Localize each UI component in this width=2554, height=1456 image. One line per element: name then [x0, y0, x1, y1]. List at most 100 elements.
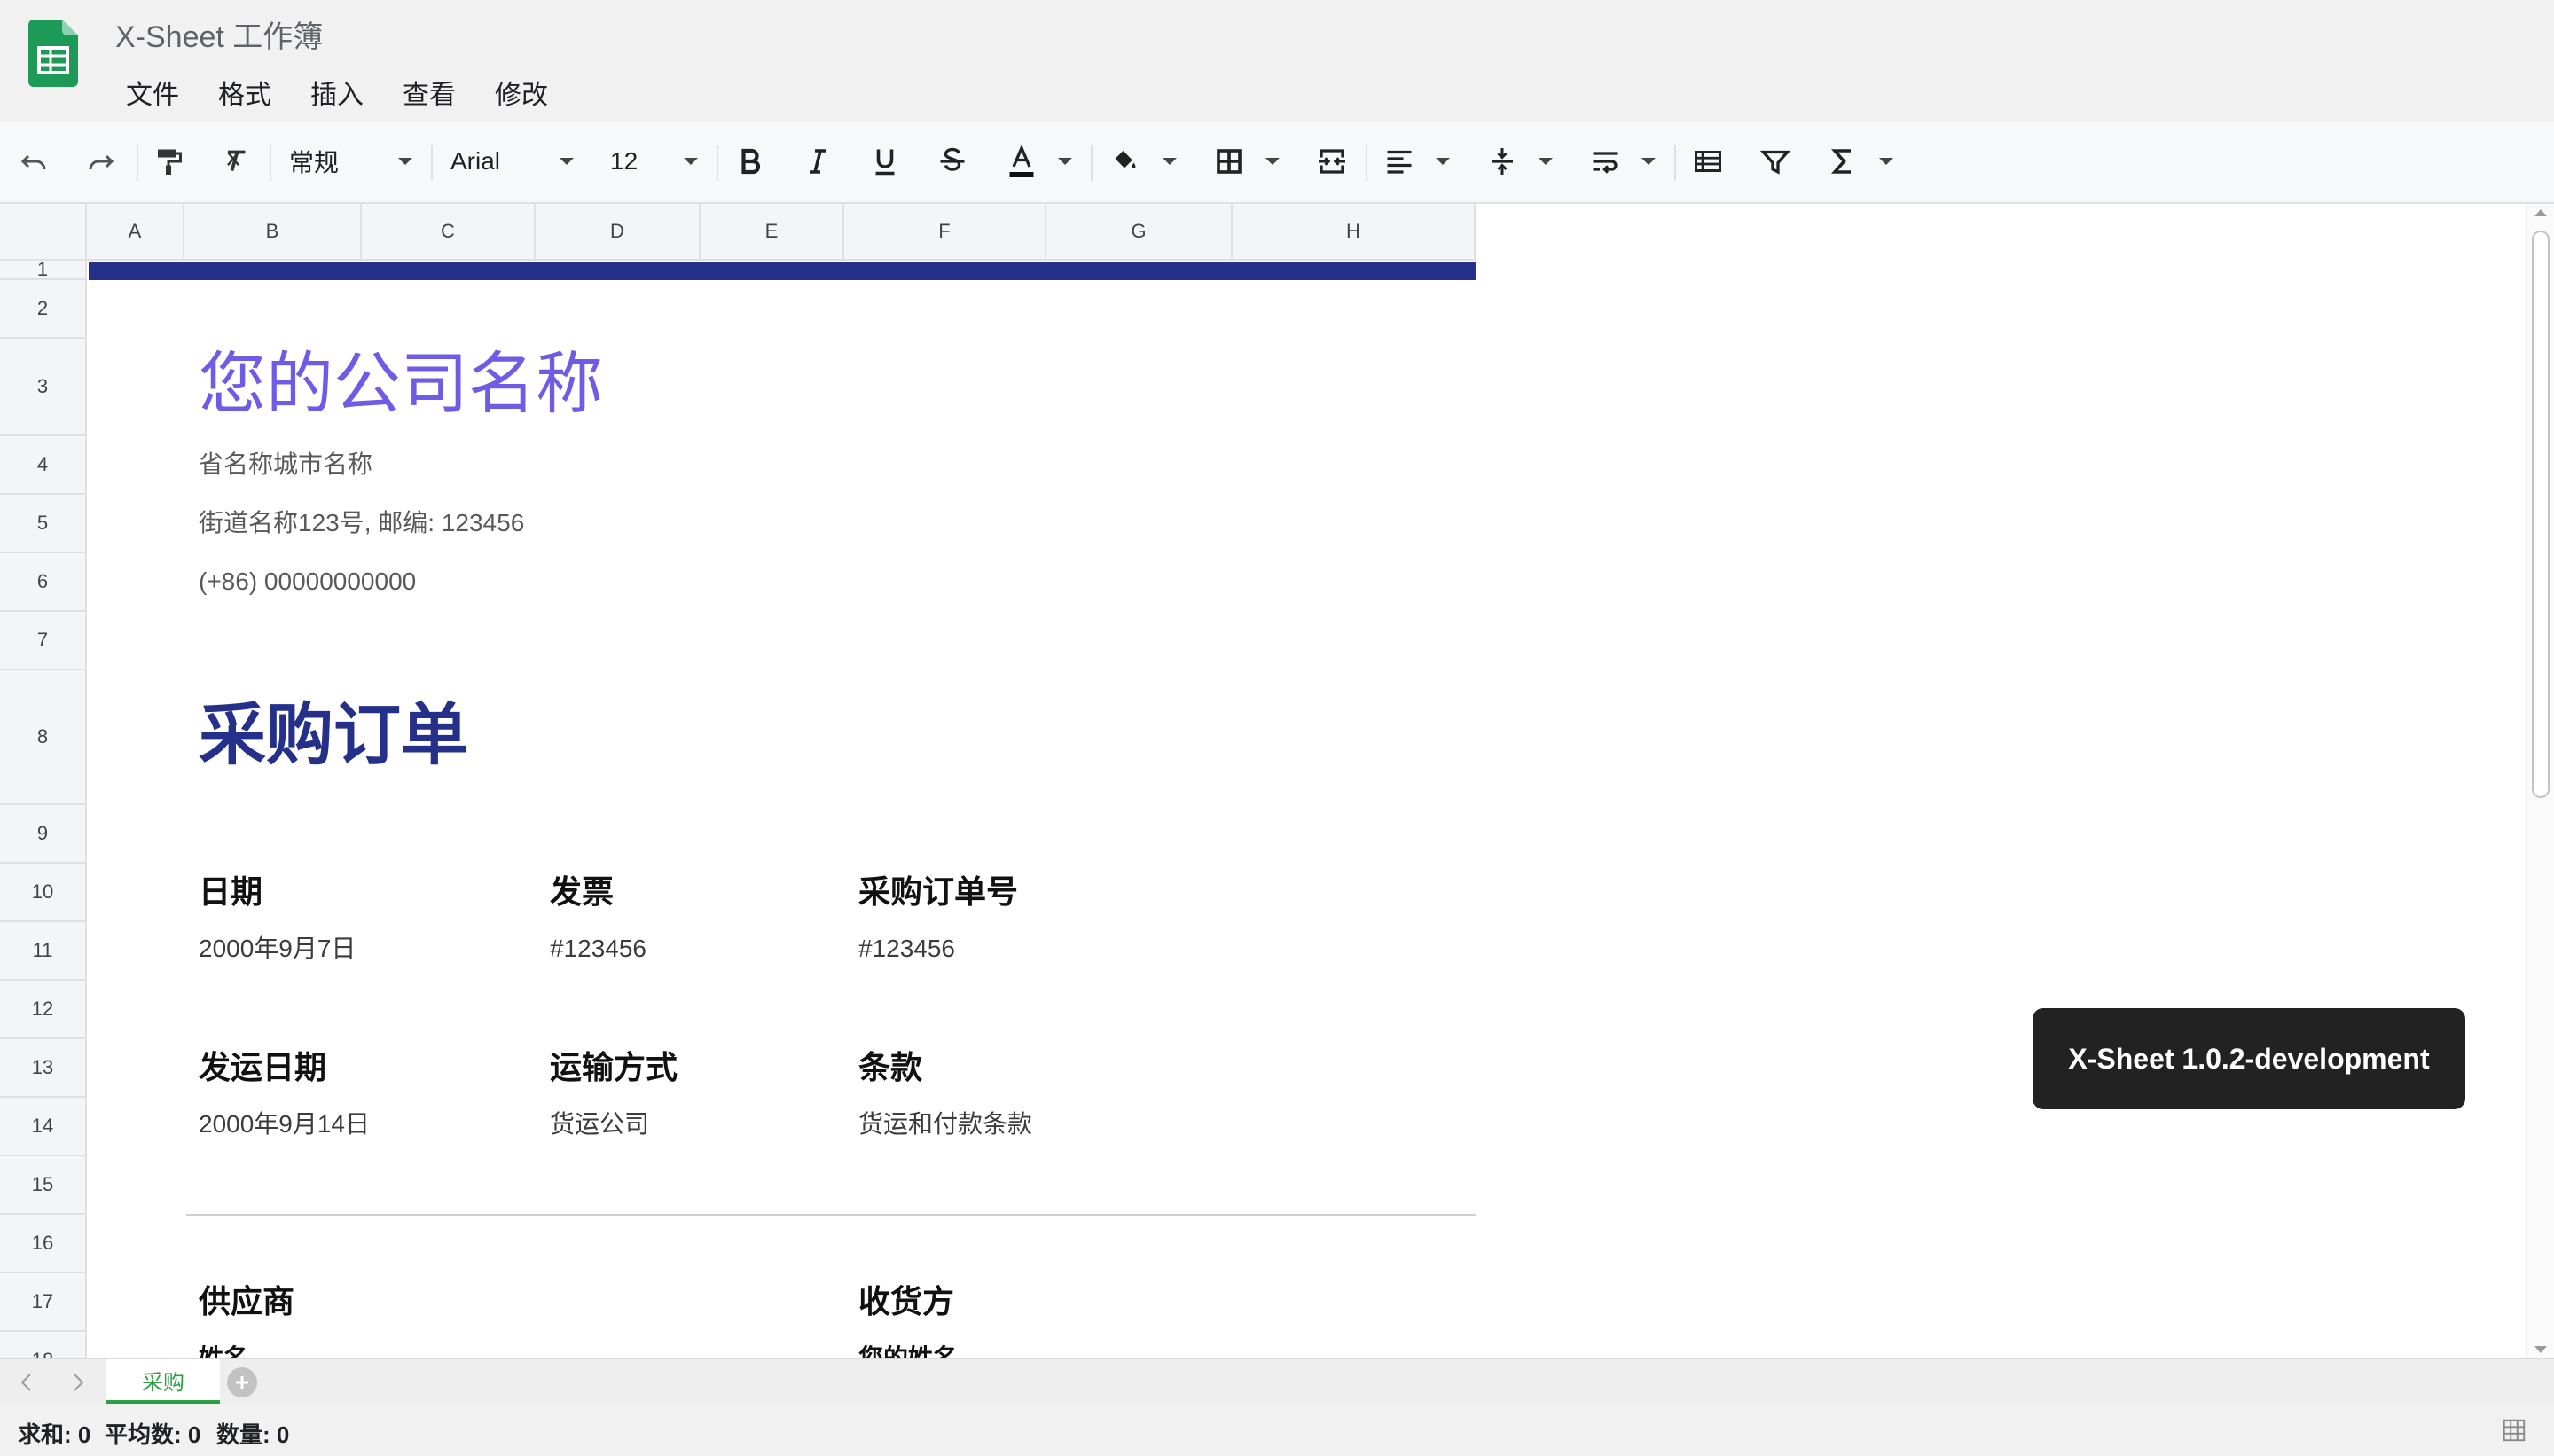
menu-view[interactable]: 查看 [383, 69, 475, 115]
chevron-down-icon[interactable] [1538, 140, 1554, 183]
chevron-down-icon[interactable] [683, 140, 699, 183]
date-value-cell[interactable]: 2000年9月7日 [199, 936, 356, 961]
status-count: 数量: 0 [216, 1421, 290, 1448]
invoice-value-cell[interactable]: #123456 [550, 936, 646, 961]
merge-cells-icon[interactable] [1312, 140, 1351, 183]
terms-value-cell[interactable]: 货运和付款条款 [858, 1112, 1032, 1137]
phone-cell[interactable]: (+86) 00000000000 [199, 569, 416, 594]
sheet-grid[interactable]: A B C D E F G H 1 2 3 4 5 6 7 8 9 10 11 … [0, 204, 2526, 1358]
toolbar-divider [137, 145, 138, 181]
font-size-select[interactable]: 12 [610, 140, 638, 183]
column-header-e[interactable]: E [701, 204, 844, 261]
freeze-icon[interactable] [1688, 140, 1727, 183]
menu-insert[interactable]: 插入 [291, 69, 383, 115]
row-header-11[interactable]: 11 [0, 922, 87, 981]
row-header-9[interactable]: 9 [0, 805, 87, 864]
chevron-down-icon[interactable] [1878, 140, 1894, 183]
italic-icon[interactable] [798, 140, 837, 183]
row-header-13[interactable]: 13 [0, 1039, 87, 1098]
chevron-down-icon[interactable] [1057, 140, 1073, 183]
bold-icon[interactable] [731, 140, 770, 183]
row-header-10[interactable]: 10 [0, 864, 87, 922]
scroll-down-icon[interactable] [2534, 1344, 2548, 1355]
terms-label-cell[interactable]: 条款 [858, 1052, 922, 1084]
number-format-select[interactable]: 常规 [289, 140, 339, 183]
ship-date-value-cell[interactable]: 2000年9月14日 [199, 1112, 370, 1137]
fill-color-icon[interactable] [1105, 140, 1144, 183]
column-header-h[interactable]: H [1233, 204, 1476, 261]
function-sigma-icon[interactable] [1823, 140, 1862, 183]
row-header-16[interactable]: 16 [0, 1215, 87, 1273]
chevron-down-icon[interactable] [1162, 140, 1178, 183]
row-header-1[interactable]: 1 [0, 258, 87, 280]
chevron-down-icon[interactable] [559, 140, 575, 183]
vertical-scrollbar[interactable] [2526, 204, 2554, 1358]
chevron-right-icon[interactable] [64, 1368, 92, 1397]
row-header-8[interactable]: 8 [0, 670, 87, 805]
menu-modify[interactable]: 修改 [475, 69, 568, 115]
vendor-label-cell[interactable]: 供应商 [199, 1286, 294, 1318]
ship-to-label-cell[interactable]: 收货方 [858, 1286, 954, 1318]
borders-icon[interactable] [1210, 140, 1249, 183]
row-header-18[interactable]: 18 [0, 1332, 87, 1358]
scroll-up-icon[interactable] [2534, 207, 2548, 218]
row-header-17[interactable]: 17 [0, 1273, 87, 1332]
grid-view-icon[interactable] [2501, 1417, 2527, 1448]
chevron-down-icon[interactable] [1435, 140, 1451, 183]
po-number-label-cell[interactable]: 采购订单号 [858, 876, 1018, 908]
workbook-title[interactable]: X-Sheet 工作簿 [115, 12, 323, 56]
spreadsheet-logo-icon [28, 20, 78, 87]
paint-format-icon[interactable] [149, 140, 188, 183]
menu-file[interactable]: 文件 [106, 69, 199, 115]
chevron-down-icon[interactable] [1641, 140, 1657, 183]
ship-method-label-cell[interactable]: 运输方式 [550, 1052, 678, 1084]
vertical-align-icon[interactable] [1483, 140, 1522, 183]
version-toast[interactable]: X-Sheet 1.0.2-development [2033, 1008, 2465, 1109]
ship-to-name-cell[interactable]: 您的姓名 [858, 1346, 958, 1359]
row-header-2[interactable]: 2 [0, 280, 87, 339]
vendor-name-cell[interactable]: 姓名 [199, 1346, 248, 1359]
filter-icon[interactable] [1756, 140, 1795, 183]
text-color-icon[interactable] [1002, 140, 1041, 183]
address-line1-cell[interactable]: 省名称城市名称 [199, 452, 372, 477]
chevron-down-icon[interactable] [397, 140, 413, 183]
menu-format[interactable]: 格式 [199, 69, 291, 115]
font-family-select[interactable]: Arial [450, 140, 500, 183]
row-header-12[interactable]: 12 [0, 981, 87, 1039]
column-header-c[interactable]: C [362, 204, 536, 261]
clear-format-icon[interactable] [216, 140, 255, 183]
status-sum: 求和: 0 [18, 1421, 91, 1448]
add-sheet-icon[interactable] [227, 1367, 257, 1397]
company-name-cell[interactable]: 您的公司名称 [199, 351, 603, 419]
column-header-a[interactable]: A [87, 204, 184, 261]
chevron-down-icon[interactable] [1265, 140, 1281, 183]
invoice-label-cell[interactable]: 发票 [550, 876, 614, 908]
row-header-3[interactable]: 3 [0, 339, 87, 436]
undo-icon[interactable] [14, 140, 53, 183]
row-header-14[interactable]: 14 [0, 1098, 87, 1156]
underline-icon[interactable] [866, 140, 905, 183]
sheet-tab-purchase[interactable]: 采购 [106, 1359, 220, 1404]
column-header-b[interactable]: B [184, 204, 362, 261]
row-header-4[interactable]: 4 [0, 436, 87, 495]
po-number-value-cell[interactable]: #123456 [858, 936, 955, 961]
column-header-g[interactable]: G [1046, 204, 1233, 261]
purchase-order-title-cell[interactable]: 采购订单 [199, 702, 468, 770]
text-wrap-icon[interactable] [1586, 140, 1625, 183]
date-label-cell[interactable]: 日期 [199, 876, 262, 908]
row-header-6[interactable]: 6 [0, 553, 87, 612]
column-header-f[interactable]: F [844, 204, 1046, 261]
chevron-left-icon[interactable] [12, 1368, 41, 1397]
align-left-icon[interactable] [1380, 140, 1419, 183]
row-header-7[interactable]: 7 [0, 612, 87, 670]
redo-icon[interactable] [82, 140, 121, 183]
ship-date-label-cell[interactable]: 发运日期 [199, 1052, 326, 1084]
strikethrough-icon[interactable] [933, 140, 972, 183]
ship-method-value-cell[interactable]: 货运公司 [550, 1112, 649, 1137]
scrollbar-thumb[interactable] [2532, 231, 2550, 798]
row-header-15[interactable]: 15 [0, 1156, 87, 1215]
select-all-corner[interactable] [0, 204, 87, 261]
column-header-d[interactable]: D [536, 204, 701, 261]
row-header-5[interactable]: 5 [0, 495, 87, 553]
address-line2-cell[interactable]: 街道名称123号, 邮编: 123456 [199, 511, 524, 536]
